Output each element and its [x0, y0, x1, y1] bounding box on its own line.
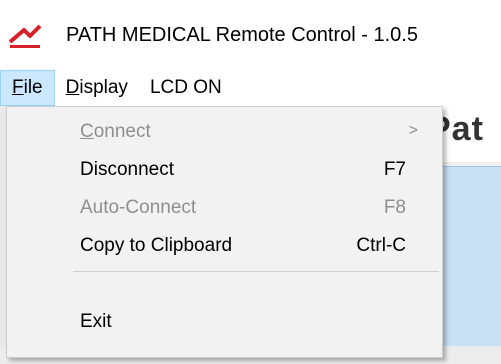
path-medical-logo-icon: [8, 24, 42, 48]
menu-display-label: isplay: [79, 77, 128, 98]
menu-item-connect-mnemonic: C: [80, 121, 94, 142]
menu-item-auto-connect[interactable]: Auto-Connect F8: [7, 189, 442, 227]
submenu-arrow-icon: >: [408, 122, 418, 139]
menu-item-exit[interactable]: Exit: [7, 303, 442, 341]
menu-lcd-on[interactable]: LCD ON: [139, 70, 233, 106]
menu-item-auto-connect-label: Auto-Connect: [80, 197, 197, 218]
menu-file-label: ile: [23, 77, 43, 98]
menu-item-auto-connect-shortcut: F8: [383, 197, 406, 218]
menu-item-disconnect-label: Disconnect: [80, 159, 174, 180]
menu-item-copy-label: Copy to Clipboard: [80, 235, 233, 256]
menu-item-connect[interactable]: Connect >: [7, 113, 442, 151]
title-bar: PATH MEDICAL Remote Control - 1.0.5: [0, 0, 501, 70]
menu-file-mnemonic: F: [12, 77, 24, 98]
menu-display-mnemonic: D: [65, 77, 80, 98]
file-dropdown-menu: Connect > Disconnect F7 Auto-Connect F8 …: [6, 106, 443, 358]
menu-item-copy-shortcut: Ctrl-C: [356, 235, 406, 256]
menu-separator: [73, 271, 439, 272]
menu-display[interactable]: Display: [55, 70, 139, 106]
menu-item-exit-label: Exit: [80, 311, 112, 332]
menu-item-disconnect-shortcut: F7: [383, 159, 406, 180]
window-title: PATH MEDICAL Remote Control - 1.0.5: [66, 24, 418, 46]
menu-file[interactable]: File: [0, 70, 55, 106]
menu-item-connect-label: onnect: [93, 121, 151, 142]
menu-bar: File Display LCD ON: [0, 70, 501, 106]
menu-item-disconnect[interactable]: Disconnect F7: [7, 151, 442, 189]
menu-item-copy-to-clipboard[interactable]: Copy to Clipboard Ctrl-C: [7, 227, 442, 265]
